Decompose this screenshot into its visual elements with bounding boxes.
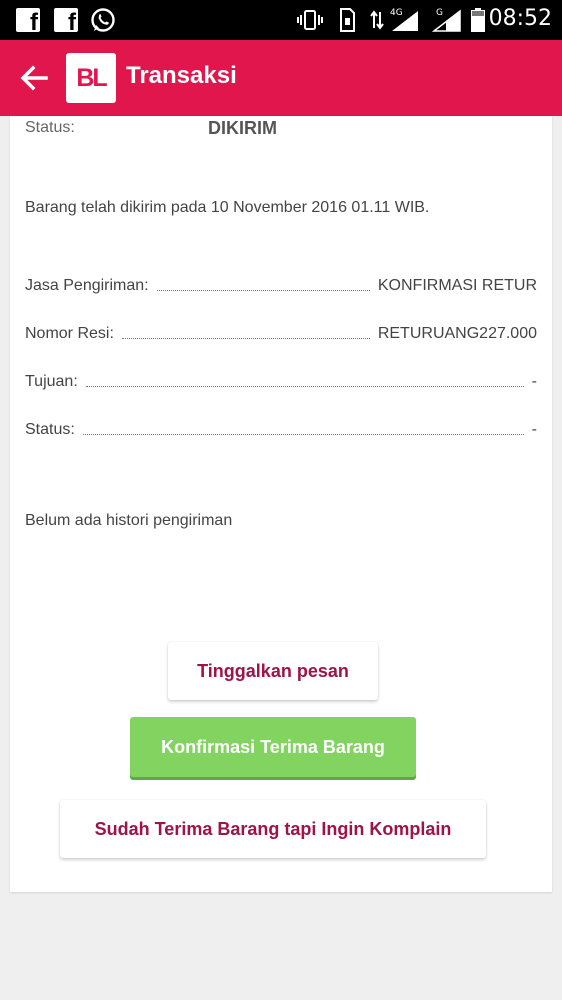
whatsapp-icon (90, 7, 116, 33)
shipping-row-label: Status: (25, 421, 75, 438)
shipping-row-receipt-number: Nomor Resi: RETURUANG227.000 (25, 322, 537, 346)
shipping-row-label: Nomor Resi: (25, 325, 114, 342)
shipping-row-value: RETURUANG227.000 (377, 325, 537, 342)
transaction-detail-card: Status: DIKIRIM Barang telah dikirim pad… (10, 116, 552, 892)
dotted-leader (121, 337, 370, 339)
received-but-complain-button[interactable]: Sudah Terima Barang tapi Ingin Komplain (60, 800, 486, 858)
app-bar: BL Transaksi (0, 40, 562, 116)
shipping-row-value: KONFIRMASI RETUR (377, 277, 537, 294)
shipping-row-courier: Jasa Pengiriman: KONFIRMASI RETUR (25, 274, 537, 298)
shipment-message: Barang telah dikirim pada 10 November 20… (25, 199, 430, 216)
battery-icon (470, 7, 486, 33)
no-shipping-history-text: Belum ada histori pengiriman (25, 512, 233, 529)
shipping-row-value: - (531, 421, 537, 438)
vibrate-icon (296, 7, 324, 33)
shipping-row-label: Jasa Pengiriman: (25, 277, 149, 294)
clock: 08:52 (488, 6, 552, 31)
dotted-leader (82, 433, 524, 435)
shipping-row-destination: Tujuan: - (25, 370, 537, 394)
dotted-leader (156, 289, 370, 291)
confirm-receipt-button[interactable]: Konfirmasi Terima Barang (130, 717, 416, 777)
data-arrows-icon (370, 7, 384, 33)
facebook-notification-icon-2: f (54, 7, 78, 33)
back-arrow-icon[interactable] (18, 62, 50, 94)
bukalapak-logo: BL (66, 53, 116, 103)
facebook-notification-icon: f (16, 7, 40, 33)
sim-card-icon (338, 7, 356, 33)
order-status-label: Status: (25, 119, 75, 136)
signal-icon-2 (432, 7, 462, 33)
dotted-leader (85, 385, 524, 387)
status-bar: f f 4G G 08:52 (0, 0, 562, 40)
signal-icon (390, 7, 420, 33)
order-status-value: DIKIRIM (208, 118, 277, 138)
shipping-row-value: - (531, 373, 537, 390)
shipping-row-label: Tujuan: (25, 373, 78, 390)
page-title: Transaksi (126, 62, 237, 89)
shipping-row-status: Status: - (25, 418, 537, 442)
leave-message-button[interactable]: Tinggalkan pesan (168, 642, 378, 700)
